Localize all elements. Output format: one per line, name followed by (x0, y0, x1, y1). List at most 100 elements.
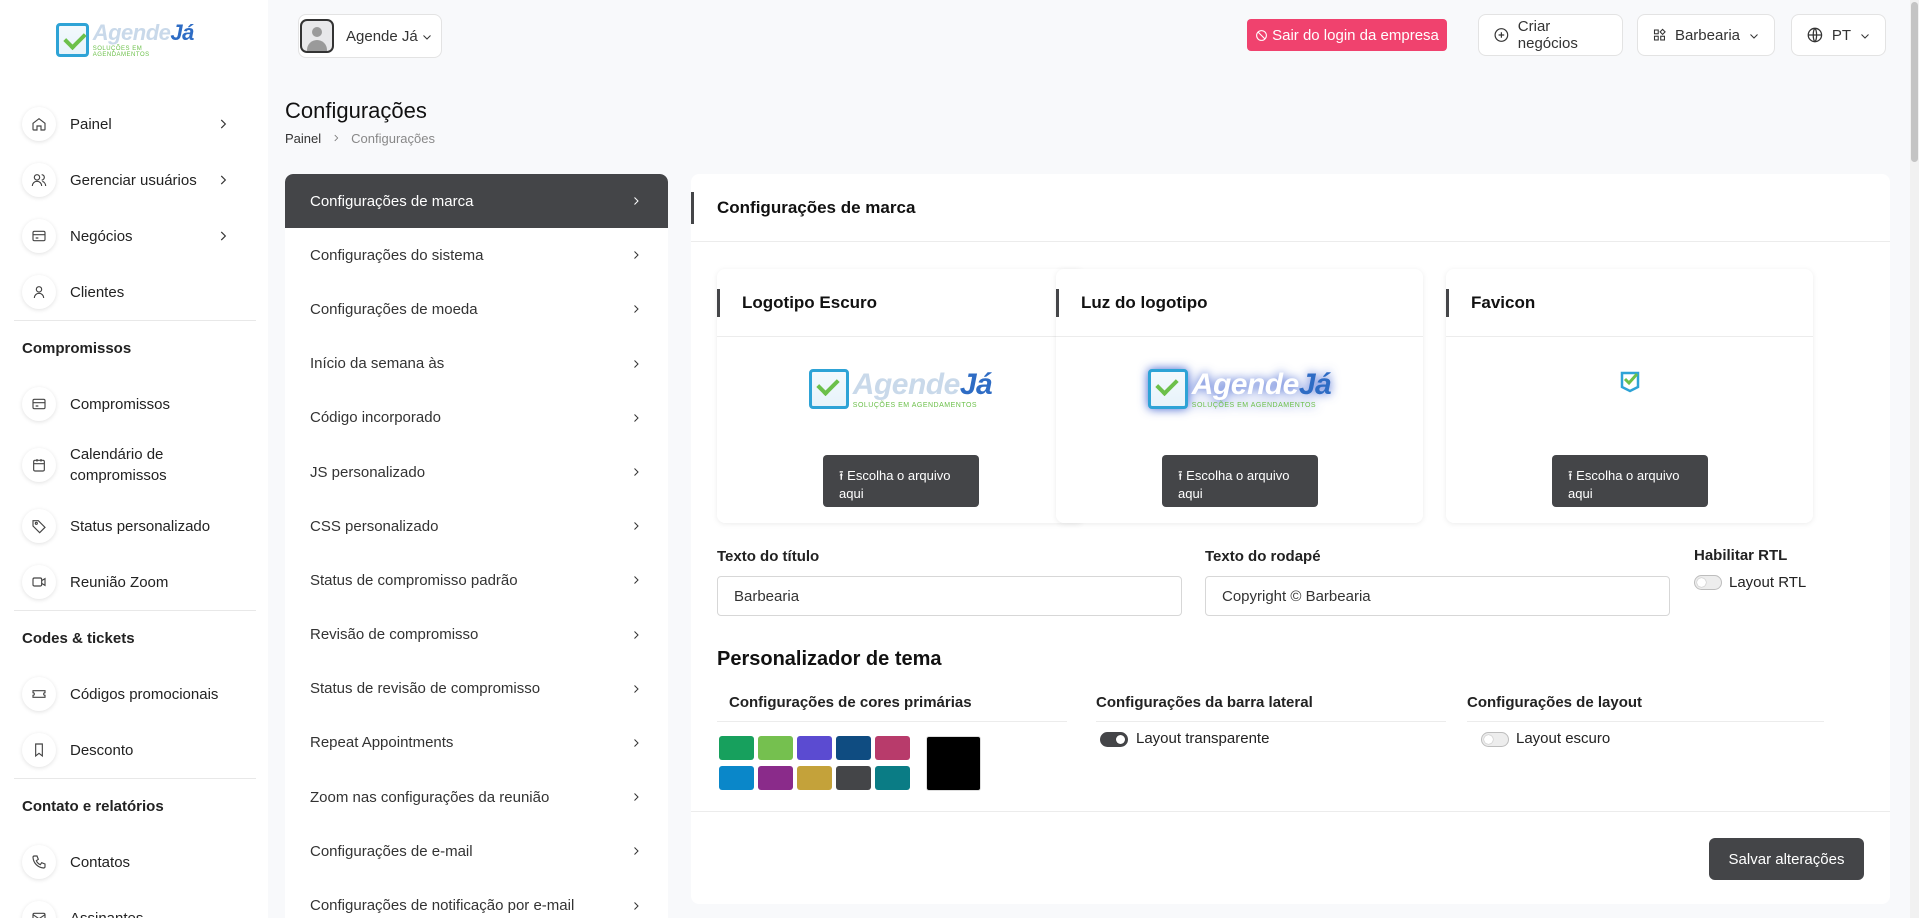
color-swatch[interactable] (797, 736, 832, 760)
logo-check-icon (808, 369, 849, 409)
dark-logo-upload-button[interactable]: ⭱ Escolha o arquivo aqui (823, 455, 979, 507)
chevron-right-icon (634, 901, 639, 910)
settings-menu-item[interactable]: Zoom nas configurações da reunião (285, 770, 668, 824)
brand-logo-image: AgendeJá SOLUÇÕES EM AGENDAMENTOS (1147, 367, 1332, 409)
sidebar-item-clientes[interactable]: Clientes (14, 264, 256, 320)
settings-menu-item-label: Status de revisão de compromisso (310, 680, 541, 698)
chevron-down-icon (421, 30, 433, 42)
sidebar-item-label: Reunião Zoom (70, 573, 169, 591)
settings-menu-item[interactable]: CSS personalizado (285, 499, 668, 553)
apps-icon (1653, 28, 1666, 41)
breadcrumb-item-painel[interactable]: Painel (285, 131, 321, 146)
footer-text-input[interactable] (1205, 576, 1670, 616)
chevron-right-icon (634, 197, 639, 205)
color-swatch[interactable] (836, 766, 871, 790)
chevron-down-icon (1859, 29, 1871, 41)
transparent-layout-toggle[interactable] (1100, 732, 1128, 747)
settings-menu-item[interactable]: Configurações do sistema (285, 228, 668, 282)
sidebar-item-label: Clientes (70, 283, 125, 301)
upload-icon: ⭱ (839, 467, 848, 483)
color-swatch[interactable] (797, 766, 832, 790)
chevron-right-icon (634, 576, 639, 585)
color-swatch[interactable] (758, 736, 793, 760)
card-divider (691, 811, 1890, 812)
brand-logo[interactable]: AgendeJá SOLUÇÕES EM AGENDAMENTOS (56, 18, 196, 62)
color-swatch[interactable] (836, 736, 871, 760)
business-select[interactable]: Barbearia (1637, 14, 1775, 56)
settings-menu-item[interactable]: Configurações de marca (285, 174, 668, 229)
settings-menu-item[interactable]: Revisão de compromisso (285, 608, 668, 662)
page-scrollbar[interactable] (1910, 0, 1919, 918)
sidebar-item-label: Status personalizado (70, 517, 211, 535)
brand-settings-card: Configurações de marca Logotipo Escuro A… (691, 174, 1890, 904)
ticket-icon (22, 677, 56, 711)
custom-color-picker[interactable] (926, 736, 981, 791)
settings-menu-item[interactable]: Início da semana às (285, 337, 668, 391)
sidebar-item-users[interactable]: Gerenciar usuários (14, 152, 256, 208)
sidebar-item-label: Negócios (70, 227, 133, 245)
color-swatch[interactable] (719, 766, 754, 790)
sidebar-item-codigos[interactable]: Códigos promocionais (14, 666, 256, 722)
logo-card-title: Luz do logotipo (1081, 292, 1208, 312)
accent-bar (717, 289, 720, 317)
settings-menu-item-label: JS personalizado (310, 463, 426, 481)
chevron-right-icon (634, 739, 639, 747)
sidebar-item-painel[interactable]: Painel (14, 96, 256, 152)
title-text-input[interactable] (717, 576, 1182, 616)
create-business-button[interactable]: Criar negócios (1478, 14, 1623, 56)
sidebar-item-status[interactable]: Status personalizado (14, 498, 256, 554)
settings-menu-item[interactable]: Configurações de e-mail (285, 824, 668, 878)
user-menu-button[interactable]: Agende Já (298, 14, 442, 58)
logo-word-b: Já (170, 20, 194, 45)
breadcrumb: Painel Configurações (285, 131, 435, 146)
sidebar-item-zoom[interactable]: Reunião Zoom (14, 554, 256, 610)
logo-tagline: SOLUÇÕES EM AGENDAMENTOS (92, 46, 150, 58)
color-swatch[interactable] (758, 766, 793, 790)
dark-layout-toggle[interactable] (1481, 732, 1509, 747)
color-swatch[interactable] (875, 736, 910, 760)
logo-word-a: Agende (852, 367, 961, 401)
logo-tagline: SOLUÇÕES EM AGENDAMENTOS (1191, 401, 1317, 409)
settings-menu-item[interactable]: Repeat Appointments (285, 716, 668, 770)
color-swatch[interactable] (875, 766, 910, 790)
language-select[interactable]: PT (1791, 14, 1886, 56)
settings-menu-item[interactable]: Código incorporado (285, 391, 668, 445)
logout-company-button[interactable]: Sair do login da empresa (1247, 19, 1447, 51)
sidebar-item-calendario[interactable]: Calendário de compromissos (14, 432, 256, 498)
sidebar-item-compromissos[interactable]: Compromissos (14, 376, 256, 432)
logo-check-icon (1147, 369, 1188, 409)
sidebar-item-label: Assinantes (70, 909, 144, 918)
sidebar-item-label: Contatos (70, 853, 131, 871)
sidebar-item-assinantes[interactable]: Assinantes (14, 890, 256, 918)
favicon-preview (1446, 367, 1813, 393)
chevron-right-icon (216, 173, 230, 187)
sidebar-item-negocios[interactable]: Negócios (14, 208, 256, 264)
settings-menu-item[interactable]: JS personalizado (285, 445, 668, 499)
home-icon (22, 107, 56, 141)
settings-menu-item[interactable]: Configurações de moeda (285, 282, 668, 336)
plus-circle-icon (1494, 28, 1509, 42)
rtl-toggle[interactable] (1694, 575, 1722, 590)
upload-label: Escolha o arquivo aqui (1178, 467, 1290, 501)
settings-menu-item[interactable]: Status de revisão de compromisso (285, 662, 668, 716)
chevron-right-icon (634, 359, 639, 368)
bookmark-icon (22, 733, 56, 767)
settings-menu-item[interactable]: Configurações de notificação por e-mail (285, 878, 668, 918)
sidebar-item-contatos[interactable]: Contatos (14, 834, 256, 890)
scrollbar-thumb[interactable] (1911, 2, 1918, 162)
video-icon (22, 565, 56, 599)
favicon-upload-button[interactable]: ⭱ Escolha o arquivo aqui (1552, 455, 1708, 507)
chevron-right-icon (634, 305, 639, 314)
accent-bar (1446, 289, 1449, 317)
settings-menu-item[interactable]: Status de compromisso padrão (285, 553, 668, 607)
light-logo-upload-button[interactable]: ⭱ Escolha o arquivo aqui (1162, 455, 1318, 507)
chevron-right-icon (634, 847, 639, 856)
save-changes-button[interactable]: Salvar alterações (1709, 838, 1864, 880)
sidebar-item-desconto[interactable]: Desconto (14, 722, 256, 778)
settings-menu-item-label: Zoom nas configurações da reunião (310, 788, 550, 806)
chevron-right-icon (634, 413, 639, 422)
users-icon (22, 163, 56, 197)
sidebar-nav: Painel Gerenciar usuários Negócios Clien… (14, 96, 256, 918)
color-swatch[interactable] (719, 736, 754, 760)
logo-word-b: Já (1298, 367, 1332, 401)
